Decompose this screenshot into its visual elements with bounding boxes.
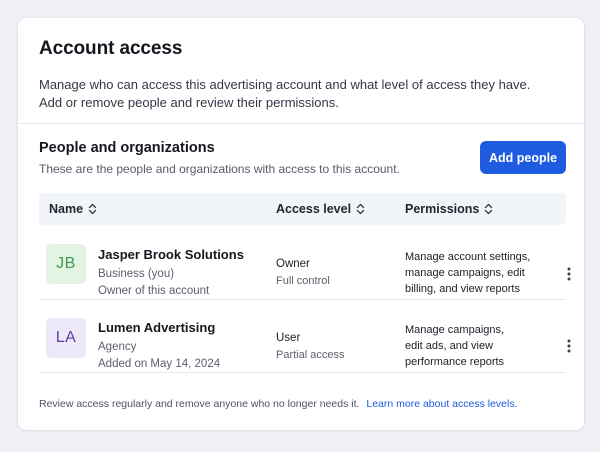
org-type: Business (you) [98, 268, 175, 280]
access-level: Owner [276, 258, 310, 270]
column-header-label: Name [49, 202, 84, 216]
avatar: LA [46, 318, 86, 358]
avatar: JB [46, 244, 86, 284]
permissions-line: manage campaigns, edit [405, 267, 525, 279]
access-level-detail: Full control [276, 275, 330, 287]
sort-updown-icon [88, 203, 97, 215]
more-vertical-icon[interactable] [559, 334, 579, 358]
divider [18, 123, 584, 124]
page-description: Manage who can access this advertising a… [39, 76, 564, 112]
learn-more-link[interactable]: Learn more about access levels. [366, 398, 517, 410]
column-header-name[interactable]: Name [49, 193, 97, 225]
column-header-label: Permissions [405, 202, 480, 216]
more-vertical-icon[interactable] [559, 262, 579, 286]
footer-text: Review access regularly and remove anyon… [39, 398, 360, 410]
permissions-text: Manage account settings, manage campaign… [405, 249, 535, 297]
add-people-button[interactable]: Add people [480, 141, 566, 174]
org-name: Lumen Advertising [98, 320, 216, 335]
org-name: Jasper Brook Solutions [98, 247, 244, 262]
sort-updown-icon [484, 203, 493, 215]
description-line-2: Add or remove people and review their pe… [39, 95, 339, 110]
permissions-line: performance reports [405, 356, 505, 368]
table-header: Name Access level Permissions [39, 193, 566, 225]
permissions-line: billing, and view reports [405, 283, 520, 295]
account-access-card: Account access Manage who can access thi… [18, 18, 584, 430]
permissions-line: edit ads, and view [405, 340, 494, 352]
org-type: Agency [98, 341, 137, 353]
header: Account access Manage who can access thi… [39, 38, 564, 112]
description-line-1: Manage who can access this advertising a… [39, 77, 531, 92]
page-title: Account access [39, 38, 183, 59]
permissions-line: Manage account settings, [405, 251, 531, 263]
permissions-text: Manage campaigns, edit ads, and view per… [405, 322, 535, 370]
table-row: JB Jasper Brook Solutions Business (you)… [39, 227, 571, 300]
column-header-label: Access level [276, 202, 352, 216]
permissions-line: Manage campaigns, [405, 324, 505, 336]
sort-updown-icon [356, 203, 365, 215]
section-subtitle: These are the people and organizations w… [39, 162, 400, 176]
column-header-access-level[interactable]: Access level [276, 193, 365, 225]
access-level-detail: Partial access [276, 349, 345, 361]
section-title: People and organizations [39, 140, 215, 156]
org-note: Added on May 14, 2024 [98, 358, 221, 370]
table-row: LA Lumen Advertising Agency Added on May… [39, 300, 571, 373]
org-note: Owner of this account [98, 285, 210, 297]
column-header-permissions[interactable]: Permissions [405, 193, 493, 225]
access-level: User [276, 332, 301, 344]
footer-note: Review access regularly and remove anyon… [39, 398, 518, 410]
